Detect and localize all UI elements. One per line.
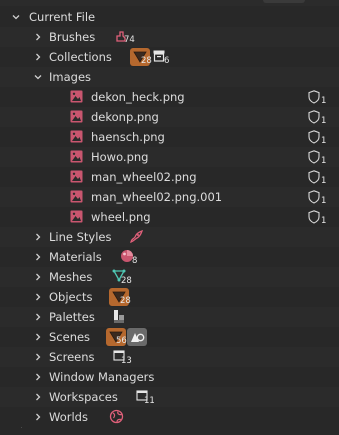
image-icon [70,170,83,186]
image-icon [70,150,83,166]
tree-row-meshes[interactable]: Meshes 28 [0,267,339,287]
fake-user-shield-icon[interactable] [308,150,320,167]
header-strip [0,0,339,6]
image-icon [70,210,83,226]
chevron-right-icon[interactable] [33,332,43,342]
image-icon [70,130,83,146]
user-count: 6 [164,56,170,66]
chevron-right-icon[interactable] [33,292,43,302]
user-count: 13 [121,356,132,366]
user-count: 8 [132,256,138,266]
chevron-right-icon[interactable] [33,372,43,382]
chevron-right-icon[interactable] [33,392,43,402]
tree-row-objects[interactable]: Objects 28 [0,287,339,307]
chevron-right-icon[interactable] [33,272,43,282]
tree-row-images[interactable]: Images [0,67,339,87]
outliner-blender-file-view: Current File Brushes 74 Collections 28 6… [0,0,339,435]
tree-label: Howo.png [91,150,149,164]
line-style-icon [129,229,144,247]
user-count: 1 [321,96,327,106]
tree-label: Collections [49,50,112,64]
user-count: 74 [124,35,135,45]
tree-label: dekonp.png [91,110,159,124]
image-icon [70,90,83,106]
user-count: 1 [321,176,327,186]
chevron-right-icon[interactable] [33,52,43,62]
user-count: 1 [321,136,327,146]
user-count: 56 [116,336,127,346]
fake-user-shield-icon[interactable] [308,130,320,147]
tree-label: Palettes [49,310,95,324]
tree-row-scenes[interactable]: Scenes 56 [0,327,339,347]
tree-label: Materials [49,250,102,264]
user-count: 28 [141,56,152,66]
fake-user-shield-icon[interactable] [308,90,320,107]
tree-label: Scenes [49,330,91,344]
user-count: 11 [144,396,155,406]
tree-label: haensch.png [91,130,165,144]
chevron-right-icon[interactable] [33,232,43,242]
tree-label: man_wheel02.png.001 [91,190,223,204]
tree-label: Images [49,70,92,84]
chevron-right-icon[interactable] [33,352,43,362]
user-count: 28 [120,296,131,306]
tree-row-materials[interactable]: Materials 8 [0,247,339,267]
user-count: 1 [321,196,327,206]
tree-row-image-item[interactable]: man_wheel02.png.001 1 [0,187,339,207]
user-count: 28 [121,276,132,286]
fake-user-shield-icon[interactable] [308,210,320,227]
tree-row-window-managers[interactable]: Window Managers [0,367,339,387]
chevron-right-icon[interactable] [33,252,43,262]
user-count: 1 [321,116,327,126]
chevron-right-icon[interactable] [33,32,43,42]
tree-label: Meshes [49,270,93,284]
tree-label: dekon_heck.png [91,90,185,104]
tree-row-collections[interactable]: Collections 28 6 [0,47,339,67]
tree-label: man_wheel02.png [91,170,197,184]
palette-icon [112,309,126,327]
tree-label: Screens [49,350,95,364]
tree-row-screens[interactable]: Screens 13 [0,347,339,367]
tree-row-image-item[interactable]: Howo.png 1 [0,147,339,167]
image-icon [70,190,83,206]
tree-label: Window Managers [49,370,155,384]
scene-icon [127,328,147,349]
tree-row-image-item[interactable]: dekonp.png 1 [0,107,339,127]
world-icon [109,409,124,427]
user-count: 1 [321,216,327,226]
chevron-right-icon[interactable] [33,412,43,422]
tree-row-palettes[interactable]: Palettes [0,307,339,327]
image-icon [70,110,83,126]
tree-row-current-file[interactable]: Current File [0,7,339,27]
tree-label: Line Styles [49,230,112,244]
tree-row-image-item[interactable]: man_wheel02.png 1 [0,167,339,187]
fake-user-shield-icon[interactable] [308,110,320,127]
chevron-down-icon[interactable] [11,12,21,22]
fake-user-shield-icon[interactable] [308,170,320,187]
tree-row-image-item[interactable]: wheel.png 1 [0,207,339,227]
tree-row-image-item[interactable]: haensch.png 1 [0,127,339,147]
tree-label: Current File [29,10,96,24]
tree-row-image-item[interactable]: dekon_heck.png 1 [0,87,339,107]
chevron-down-icon[interactable] [33,72,43,82]
tree-row-workspaces[interactable]: Workspaces 11 [0,387,339,407]
tree-row-line-styles[interactable]: Line Styles [0,227,339,247]
tree-label: Brushes [49,30,96,44]
fake-user-shield-icon[interactable] [308,190,320,207]
header-widget[interactable] [263,0,305,3]
tree-row-brushes[interactable]: Brushes 74 [0,27,339,47]
tree-label: Objects [49,290,93,304]
user-count: 1 [321,156,327,166]
chevron-right-icon[interactable] [33,312,43,322]
tree-label: Workspaces [49,390,118,404]
tree-label: wheel.png [91,210,151,224]
tree-row-worlds[interactable]: Worlds [0,407,339,427]
tree-label: Worlds [49,410,88,424]
